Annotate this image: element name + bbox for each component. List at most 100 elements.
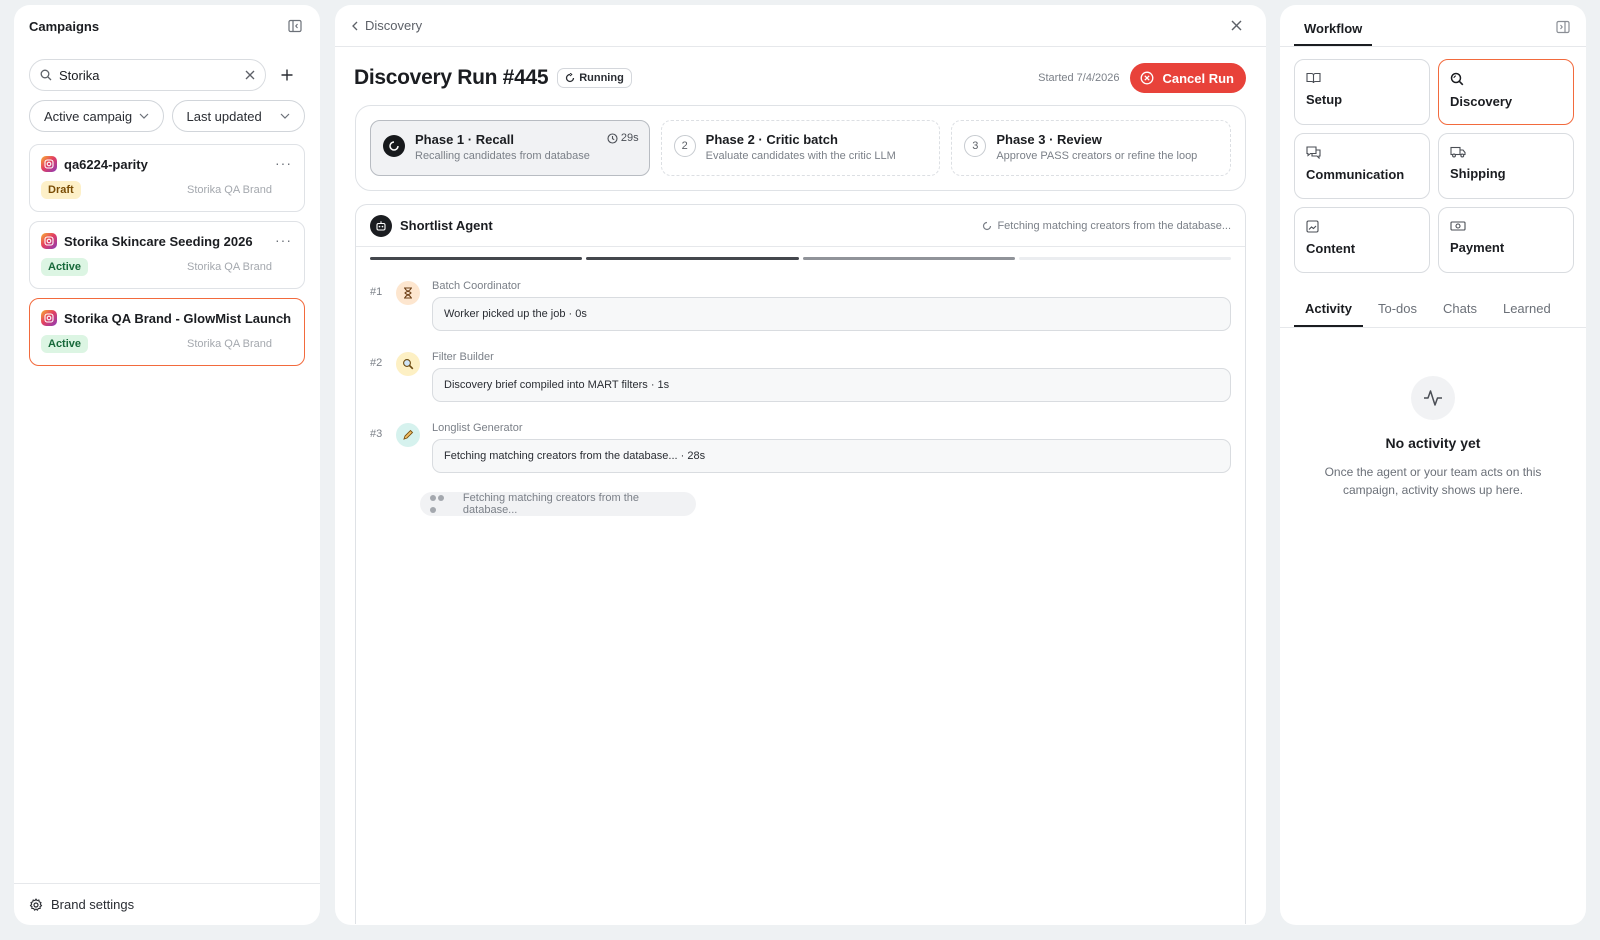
search-input[interactable] <box>59 67 238 83</box>
shortlist-agent-panel: Shortlist Agent Fetching matching creato… <box>355 204 1246 924</box>
book-icon <box>1306 72 1418 84</box>
cancel-circle-icon <box>1141 71 1154 85</box>
sort-select[interactable]: Last updated <box>171 100 305 132</box>
tab-todos[interactable]: To-dos <box>1367 301 1428 327</box>
pencil-icon <box>396 423 420 447</box>
workflow-card-payment[interactable]: Payment <box>1438 207 1574 273</box>
workflow-card-label: Payment <box>1450 240 1505 255</box>
magnifier-icon <box>396 352 420 376</box>
phase-title: Phase 3 · Review <box>996 132 1102 147</box>
chat-icon <box>1306 146 1418 159</box>
phase-3-card[interactable]: 3 Phase 3 · Review Approve PASS creators… <box>951 120 1232 176</box>
phase-1-card[interactable]: Phase 1 · Recall Recalling candidates fr… <box>370 120 650 176</box>
clock-icon <box>607 132 618 144</box>
workflow-card-label: Content <box>1306 241 1356 256</box>
status-badge: Active <box>41 258 89 276</box>
workflow-panel: Workflow Setup Discovery Communication S… <box>1280 5 1586 925</box>
tab-activity[interactable]: Activity <box>1294 301 1363 327</box>
workflow-card-shipping[interactable]: Shipping <box>1438 133 1574 199</box>
breadcrumb: Discovery <box>365 18 423 33</box>
activity-pulse-icon <box>1411 376 1455 420</box>
instagram-icon <box>41 310 57 326</box>
status-badge: Active <box>41 335 89 353</box>
step-item: #2 Filter Builder Discovery brief compil… <box>370 351 1231 402</box>
add-campaign-button[interactable] <box>278 66 296 84</box>
clear-search-icon[interactable] <box>245 70 255 80</box>
collapse-panel-icon[interactable] <box>1554 18 1572 36</box>
step-item: #3 Longlist Generator Fetching matching … <box>370 422 1231 473</box>
status-text: Running <box>579 72 624 84</box>
phase-subtitle: Approve PASS creators or refine the loop <box>996 150 1198 162</box>
workflow-card-discovery[interactable]: Discovery <box>1438 59 1574 125</box>
close-icon[interactable] <box>1231 20 1242 31</box>
campaign-brand: Storika QA Brand <box>187 261 272 273</box>
campaign-card[interactable]: Storika Skincare Seeding 2026 ··· Active… <box>29 221 305 289</box>
phase-title: Phase 1 · Recall <box>415 132 514 147</box>
activity-tabs: Activity To-dos Chats Learned <box>1280 273 1586 328</box>
more-options-icon[interactable]: ··· <box>275 309 292 325</box>
step-message: Fetching matching creators from the data… <box>432 439 1231 473</box>
started-date: Started 7/4/2026 <box>1038 72 1120 84</box>
phase-time-value: 29s <box>620 132 639 144</box>
step-message: Worker picked up the job · 0s <box>432 297 1231 331</box>
chevron-down-icon <box>280 113 290 119</box>
workflow-card-label: Setup <box>1306 92 1343 107</box>
tab-workflow[interactable]: Workflow <box>1294 21 1373 46</box>
agent-status: Fetching matching creators from the data… <box>982 220 1231 232</box>
chevron-down-icon <box>139 113 148 119</box>
step-number: #1 <box>370 286 383 298</box>
phase-subtitle: Evaluate candidates with the critic LLM <box>705 150 896 162</box>
workflow-card-communication[interactable]: Communication <box>1294 133 1430 199</box>
campaign-card[interactable]: qa6224-parity ··· Draft Storika QA Brand <box>29 144 305 212</box>
agent-status-text: Fetching matching creators from the data… <box>997 219 1231 232</box>
spinner-icon <box>566 73 575 83</box>
step-label: Batch Coordinator <box>432 280 521 292</box>
progress-segment <box>1018 257 1231 260</box>
phase-number: 2 <box>673 135 696 157</box>
money-icon <box>1450 220 1562 232</box>
workflow-card-content[interactable]: Content <box>1294 207 1430 273</box>
hourglass-icon <box>396 281 420 305</box>
workflow-card-setup[interactable]: Setup <box>1294 59 1430 125</box>
spinner-icon <box>983 221 992 230</box>
campaign-name: qa6224-parity <box>64 156 148 172</box>
status-filter-select[interactable]: Active campaig <box>29 100 164 132</box>
tab-chats[interactable]: Chats <box>1432 301 1488 327</box>
phase-2-card[interactable]: 2 Phase 2 · Critic batch Evaluate candid… <box>660 120 941 176</box>
typing-dots-icon <box>430 492 453 516</box>
campaigns-panel: Campaigns Active campaig Last updated <box>14 5 320 925</box>
tab-learned[interactable]: Learned <box>1492 301 1562 327</box>
campaign-search <box>29 59 266 91</box>
status-badge: Running <box>557 68 632 88</box>
phase-subtitle: Recalling candidates from database <box>415 150 590 162</box>
workflow-card-label: Shipping <box>1450 166 1506 181</box>
empty-state-title: No activity yet <box>1385 435 1481 451</box>
campaign-name: Storika Skincare Seeding 2026 <box>64 233 253 249</box>
phase-timer: 29s <box>607 132 639 144</box>
spinner-icon <box>383 135 405 157</box>
phase-number: 3 <box>964 135 987 157</box>
cancel-run-button[interactable]: Cancel Run <box>1130 63 1246 93</box>
phase-title: Phase 2 · Critic batch <box>705 132 838 147</box>
empty-state: No activity yet Once the agent or your t… <box>1280 328 1586 499</box>
campaign-brand: Storika QA Brand <box>187 338 272 350</box>
more-options-icon[interactable]: ··· <box>275 155 292 171</box>
campaigns-title: Campaigns <box>29 18 100 34</box>
collapse-sidebar-icon[interactable] <box>286 17 304 35</box>
back-to-discovery-link[interactable]: Discovery <box>352 18 422 33</box>
progress-segment <box>370 257 583 260</box>
brand-settings-link[interactable]: Brand settings <box>14 883 320 925</box>
phase-stepper: Phase 1 · Recall Recalling candidates fr… <box>355 105 1246 191</box>
step-label: Longlist Generator <box>432 422 523 434</box>
brand-settings-label: Brand settings <box>51 897 135 912</box>
search-icon <box>40 69 52 81</box>
step-number: #3 <box>370 428 383 440</box>
more-options-icon[interactable]: ··· <box>275 232 292 248</box>
page-title: Discovery Run #445 <box>354 66 549 89</box>
status-badge: Draft <box>41 181 81 199</box>
gear-icon <box>29 897 43 912</box>
campaign-card-selected[interactable]: Storika QA Brand - GlowMist Launch ··· A… <box>29 298 305 366</box>
workflow-steps-grid: Setup Discovery Communication Shipping C… <box>1280 47 1586 273</box>
image-icon <box>1306 220 1418 233</box>
campaign-brand: Storika QA Brand <box>187 184 272 196</box>
